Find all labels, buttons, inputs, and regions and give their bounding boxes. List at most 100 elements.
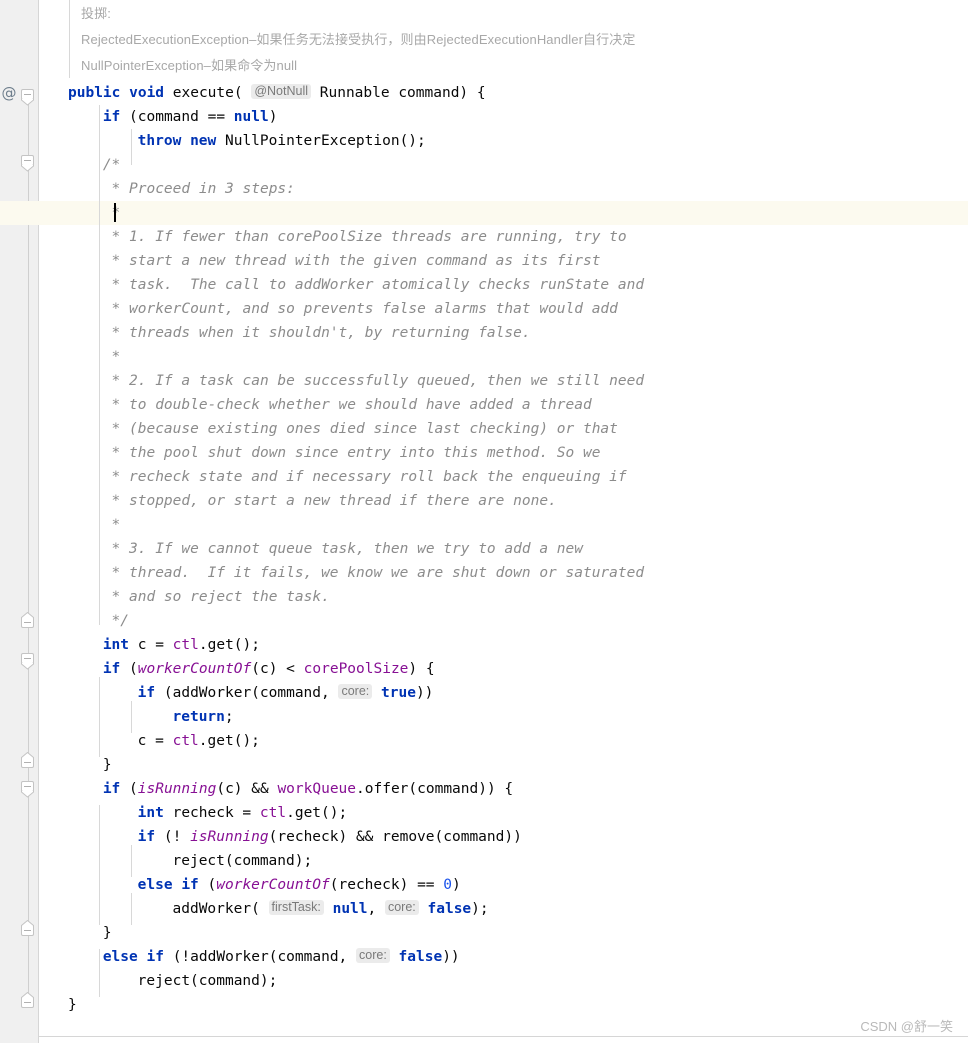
code-line[interactable]: else if (workerCountOf(recheck) == 0)	[138, 873, 461, 897]
code-token: if	[146, 949, 173, 965]
doc-popup-title: 投掷:	[81, 6, 111, 21]
code-line[interactable]: return;	[173, 705, 234, 729]
code-line[interactable]: throw new NullPointerException();	[138, 129, 426, 153]
code-line[interactable]: * stopped, or start a new thread if ther…	[103, 489, 557, 513]
fold-marker-block-comment[interactable]	[21, 155, 36, 172]
code-line[interactable]: }	[103, 753, 112, 777]
indent-guide-4	[131, 129, 132, 165]
inlay-hint[interactable]: @NotNull	[251, 84, 312, 99]
code-line[interactable]: }	[103, 921, 112, 945]
code-line[interactable]: }	[68, 993, 77, 1017]
code-line[interactable]: * 2. If a task can be successfully queue…	[103, 369, 645, 393]
code-token: ctl	[259, 805, 287, 821]
code-token: throw	[137, 133, 191, 149]
code-line[interactable]: * task. The call to addWorker atomically…	[103, 273, 645, 297]
fold-tail-icon	[21, 663, 34, 670]
code-line[interactable]: * workerCount, and so prevents false ala…	[103, 297, 618, 321]
fold-marker-if-running-end[interactable]	[21, 920, 36, 940]
code-token: (addWorker(command,	[163, 685, 339, 701]
code-token: isRunning	[137, 781, 217, 797]
code-line[interactable]: if (isRunning(c) && workQueue.offer(comm…	[103, 777, 513, 801]
code-token: int	[102, 637, 138, 653]
code-line[interactable]: * and so reject the task.	[103, 585, 330, 609]
code-token: workerCountOf	[137, 661, 252, 677]
code-line[interactable]: * start a new thread with the given comm…	[103, 249, 601, 273]
fold-marker-if-running[interactable]	[21, 781, 36, 798]
inlay-hint[interactable]: core:	[384, 900, 419, 915]
code-line[interactable]: * thread. If it fails, we know we are sh…	[103, 561, 645, 585]
inlay-hint[interactable]: core:	[356, 948, 390, 963]
code-line[interactable]: else if (!addWorker(command, core: false…	[103, 945, 460, 969]
code-line[interactable]: *	[103, 345, 121, 369]
code-line[interactable]: if (addWorker(command, core: true))	[137, 681, 434, 705]
code-line[interactable]: *	[103, 201, 121, 225]
code-surface[interactable]: public void execute( @NotNull Runnable c…	[0, 0, 968, 1043]
override-annotation-icon[interactable]: @	[1, 85, 17, 101]
code-line[interactable]: public void execute( @NotNull Runnable c…	[68, 81, 486, 105]
code-line[interactable]: * (because existing ones died since last…	[103, 417, 618, 441]
code-token: ctl	[172, 637, 199, 653]
fold-marker-if-core-end[interactable]	[21, 752, 36, 772]
code-editor[interactable]: @ public void execute( @NotNull Runnable…	[0, 0, 968, 1043]
fold-minus-icon	[24, 94, 31, 95]
code-line[interactable]: * recheck state and if necessary roll ba…	[103, 465, 627, 489]
code-token: (recheck) ==	[329, 877, 444, 893]
code-line[interactable]: addWorker( firstTask: null, core: false)…	[173, 897, 489, 921]
code-line[interactable]: if (! isRunning(recheck) && remove(comma…	[138, 825, 522, 849]
code-token: int	[137, 805, 173, 821]
code-token: * Proceed in 3 steps:	[102, 181, 295, 197]
indent-guide-7	[131, 893, 132, 925]
code-token: *	[102, 517, 121, 533]
inlay-hint[interactable]: firstTask:	[268, 900, 324, 915]
code-line[interactable]: if (workerCountOf(c) < corePoolSize) {	[103, 657, 435, 681]
code-line[interactable]: * threads when it shouldn't, by returnin…	[103, 321, 531, 345]
fold-marker-if-core[interactable]	[21, 653, 36, 670]
fold-marker-method-end[interactable]	[21, 992, 36, 1012]
doc-popup-throws-line-2: NullPointerException–如果命令为null	[81, 58, 298, 73]
documentation-popup[interactable]: 投掷: RejectedExecutionException–如果任务无法接受执…	[69, 0, 669, 78]
fold-marker-comment-end[interactable]	[21, 612, 36, 632]
code-line[interactable]: c = ctl.get();	[138, 729, 260, 753]
fold-tip-icon	[21, 920, 34, 927]
code-line[interactable]: reject(command);	[138, 969, 278, 993]
fold-tail-icon	[21, 165, 34, 172]
code-line[interactable]: */	[103, 609, 129, 633]
code-token: ))	[415, 685, 434, 701]
code-line[interactable]: *	[102, 513, 121, 537]
current-line-highlight	[0, 201, 968, 225]
code-token: true	[381, 685, 416, 701]
code-token: if	[137, 829, 164, 845]
code-token: else	[102, 949, 147, 965]
code-token: ) {	[408, 661, 435, 677]
code-line[interactable]: * 3. If we cannot queue task, then we tr…	[103, 537, 583, 561]
fold-marker-method-execute[interactable]	[21, 89, 36, 106]
code-token: .get();	[198, 733, 260, 749]
code-token: recheck =	[172, 805, 260, 821]
code-token: * workerCount, and so prevents false ala…	[102, 301, 618, 317]
code-token: if	[137, 685, 164, 701]
code-token: .get();	[198, 637, 260, 653]
code-token: else	[137, 877, 182, 893]
code-line[interactable]: int c = ctl.get();	[103, 633, 260, 657]
code-token: return	[172, 709, 225, 725]
code-line[interactable]: * 1. If fewer than corePoolSize threads …	[103, 225, 627, 249]
code-token: reject(command);	[137, 973, 278, 989]
code-line[interactable]: * the pool shut down since entry into th…	[103, 441, 601, 465]
code-line[interactable]: /*	[103, 153, 120, 177]
inlay-hint[interactable]: core:	[338, 684, 373, 699]
code-line[interactable]: reject(command);	[173, 849, 313, 873]
code-line[interactable]: if (command == null)	[103, 105, 278, 129]
code-line[interactable]: int recheck = ctl.get();	[138, 801, 348, 825]
code-token: null	[332, 901, 368, 917]
code-token: new	[190, 133, 225, 149]
code-token: ctl	[172, 733, 199, 749]
editor-bottom-divider	[39, 1036, 968, 1037]
code-line[interactable]: * Proceed in 3 steps:	[103, 177, 295, 201]
code-line[interactable]: * to double-check whether we should have…	[103, 393, 592, 417]
code-token: /*	[102, 157, 121, 173]
code-token: workQueue	[277, 781, 357, 797]
code-token: corePoolSize	[303, 661, 409, 677]
